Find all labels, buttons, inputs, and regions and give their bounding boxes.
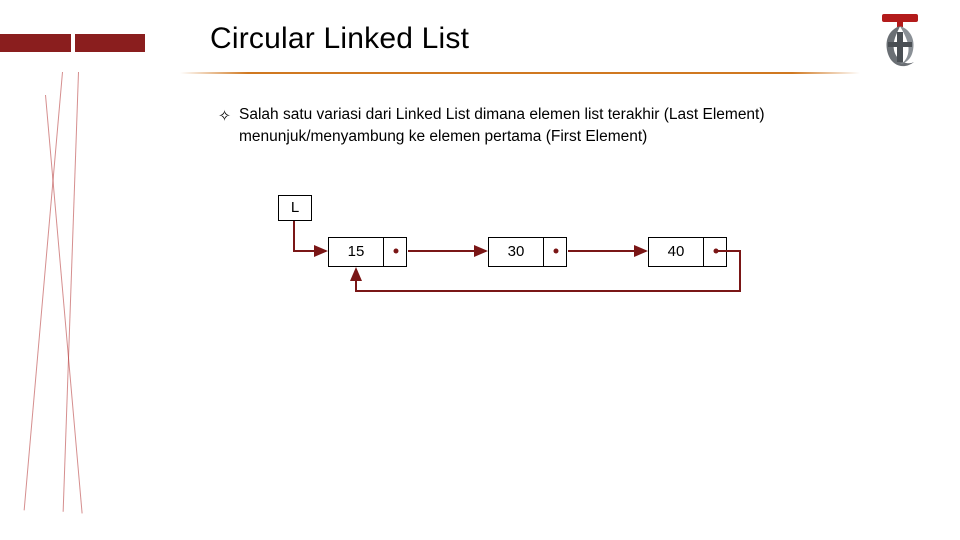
bullet-item: ✧ Salah satu variasi dari Linked List di… bbox=[218, 104, 878, 147]
diamond-bullet-icon: ✧ bbox=[218, 106, 231, 149]
connectors-svg bbox=[260, 195, 820, 335]
slide-title: Circular Linked List bbox=[210, 22, 469, 56]
title-underline bbox=[180, 72, 860, 74]
institution-logo-icon bbox=[870, 12, 930, 74]
linked-list-diagram: L 15 30 40 bbox=[260, 195, 820, 335]
accent-bar bbox=[0, 34, 145, 52]
bullet-text: Salah satu variasi dari Linked List dima… bbox=[239, 104, 878, 147]
decor-line bbox=[24, 72, 63, 510]
